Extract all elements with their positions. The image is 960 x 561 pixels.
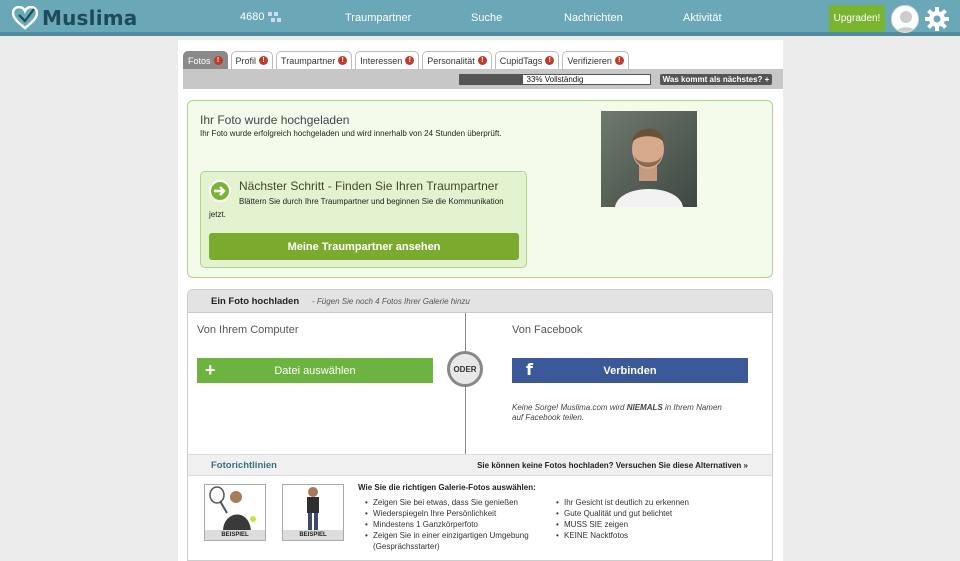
list-item: Mindestens 1 Ganzkörperfoto [363, 519, 553, 530]
tab-cupidtags[interactable]: CupidTags! [494, 51, 560, 69]
heart-logo-icon [12, 6, 38, 30]
upload-header: Ein Foto hochladen - Fügen Sie noch 4 Fo… [188, 290, 772, 313]
top-navbar: Muslima 4680 Traumpartner Suche Nachrich… [0, 0, 960, 36]
alert-icon: ! [477, 56, 487, 65]
alert-icon: ! [545, 56, 555, 65]
tab-fotos[interactable]: Fotos! [183, 51, 228, 69]
tab-verifizieren[interactable]: Verifizieren! [562, 51, 629, 69]
users-icon [268, 12, 282, 22]
profile-tabs: Fotos! Profil! Traumpartner! Interessen!… [183, 51, 629, 69]
facebook-note: Keine Sorge! Muslima.com wird NIEMALS in… [512, 403, 732, 423]
nav-traumpartner[interactable]: Traumpartner [345, 12, 411, 24]
gear-icon[interactable] [924, 6, 950, 32]
tab-label: Interessen [360, 55, 403, 66]
facebook-connect-label: Verbinden [603, 364, 657, 377]
or-separator: ODER [447, 351, 483, 387]
logo-text: Muslima [42, 6, 138, 30]
list-item: Gute Qualität und gut belichtet [554, 508, 744, 519]
nav-suche[interactable]: Suche [471, 12, 502, 24]
tab-label: Personalität [427, 55, 475, 66]
list-item: Zeigen Sie bei etwas, dass Sie genießen [363, 497, 553, 508]
upload-subtitle: - Fügen Sie noch 4 Fotos Ihrer Galerie h… [312, 297, 470, 306]
user-icon [895, 11, 917, 32]
logo[interactable]: Muslima [12, 4, 138, 32]
example-label: BEISPIEL [205, 530, 265, 540]
upload-success-panel: Ihr Foto wurde hochgeladen Ihr Foto wurd… [187, 100, 773, 278]
alert-icon: ! [338, 56, 348, 65]
example-label: BEISPIEL [283, 530, 343, 540]
tab-label: CupidTags [499, 55, 543, 66]
tab-interessen[interactable]: Interessen! [355, 51, 420, 69]
tab-label: Verifizieren [567, 55, 612, 66]
choose-file-button[interactable]: + Datei auswählen [197, 358, 433, 383]
guidelines-title: Fotorichtlinien [211, 460, 277, 471]
list-item: MUSS SIE zeigen [554, 519, 744, 530]
facebook-title: Von Facebook [512, 324, 583, 336]
uploaded-photo [601, 111, 697, 207]
success-title: Ihr Foto wurde hochgeladen [200, 113, 350, 127]
nav-nachrichten[interactable]: Nachrichten [564, 12, 623, 24]
progress-label: 33% Vollständig [526, 75, 584, 84]
list-item: KEINE Nacktfotos [554, 530, 744, 541]
tab-personalitaet[interactable]: Personalität! [422, 51, 492, 69]
example-photo-1: BEISPIEL [204, 484, 266, 541]
whats-next-button[interactable]: Was kommt als nächstes? + [660, 74, 772, 85]
next-step-box: Nächster Schritt - Finden Sie Ihren Trau… [200, 171, 527, 268]
tips-list-left: Zeigen Sie bei etwas, dass Sie genießen … [363, 497, 553, 552]
fb-note-bold: NIEMALS [626, 403, 663, 412]
alert-icon: ! [213, 56, 223, 65]
next-step-text: Blättern Sie durch Ihre Traumpartner und… [209, 197, 504, 219]
view-matches-button[interactable]: Meine Traumpartner ansehen [209, 233, 519, 260]
avatar[interactable] [891, 5, 919, 33]
tips-title: Wie Sie die richtigen Galerie-Fotos ausw… [358, 483, 536, 492]
list-item: Zeigen Sie in einer einzigartigen Umgebu… [363, 530, 553, 552]
computer-title: Von Ihrem Computer [197, 324, 299, 336]
alternatives-link[interactable]: Sie können keine Fotos hochladen? Versuc… [477, 461, 748, 470]
tab-traumpartner[interactable]: Traumpartner! [276, 51, 353, 69]
success-text: Ihr Foto wurde erfolgreich hochgeladen u… [200, 129, 502, 138]
nav-aktivitaet[interactable]: Aktivität [683, 12, 722, 24]
example-photo-2: BEISPIEL [282, 484, 344, 541]
guidelines-bar: Fotorichtlinien Sie können keine Fotos h… [188, 454, 772, 476]
list-item: Ihr Gesicht ist deutlich zu erkennen [554, 497, 744, 508]
next-step-title: Nächster Schritt - Finden Sie Ihren Trau… [239, 179, 499, 193]
tips-list-right: Ihr Gesicht ist deutlich zu erkennen Gut… [554, 497, 744, 541]
alert-icon: ! [405, 56, 415, 65]
tab-profil[interactable]: Profil! [230, 51, 274, 69]
upload-photo-box: Ein Foto hochladen - Fügen Sie noch 4 Fo… [187, 289, 773, 561]
facebook-icon: f [526, 360, 533, 379]
online-count: 4680 [240, 11, 265, 23]
plus-icon: + [205, 360, 216, 380]
tab-label: Traumpartner [281, 55, 336, 66]
facebook-connect-button[interactable]: f Verbinden [512, 358, 748, 383]
upload-title: Ein Foto hochladen [211, 296, 300, 307]
upgrade-button[interactable]: Upgraden! [829, 5, 885, 32]
alert-icon: ! [259, 56, 269, 65]
fb-note-pre: Keine Sorge! Muslima.com wird [512, 403, 627, 412]
choose-file-label: Datei auswählen [274, 364, 356, 377]
list-item: Wiederspiegeln Ihre Persönlichkeit [363, 508, 553, 519]
online-counter[interactable]: 4680 [240, 11, 282, 23]
profile-progress-bar: 33% Vollständig [459, 74, 651, 85]
tab-label: Profil [235, 55, 257, 66]
tab-label: Fotos [188, 55, 211, 66]
alert-icon: ! [614, 56, 624, 65]
